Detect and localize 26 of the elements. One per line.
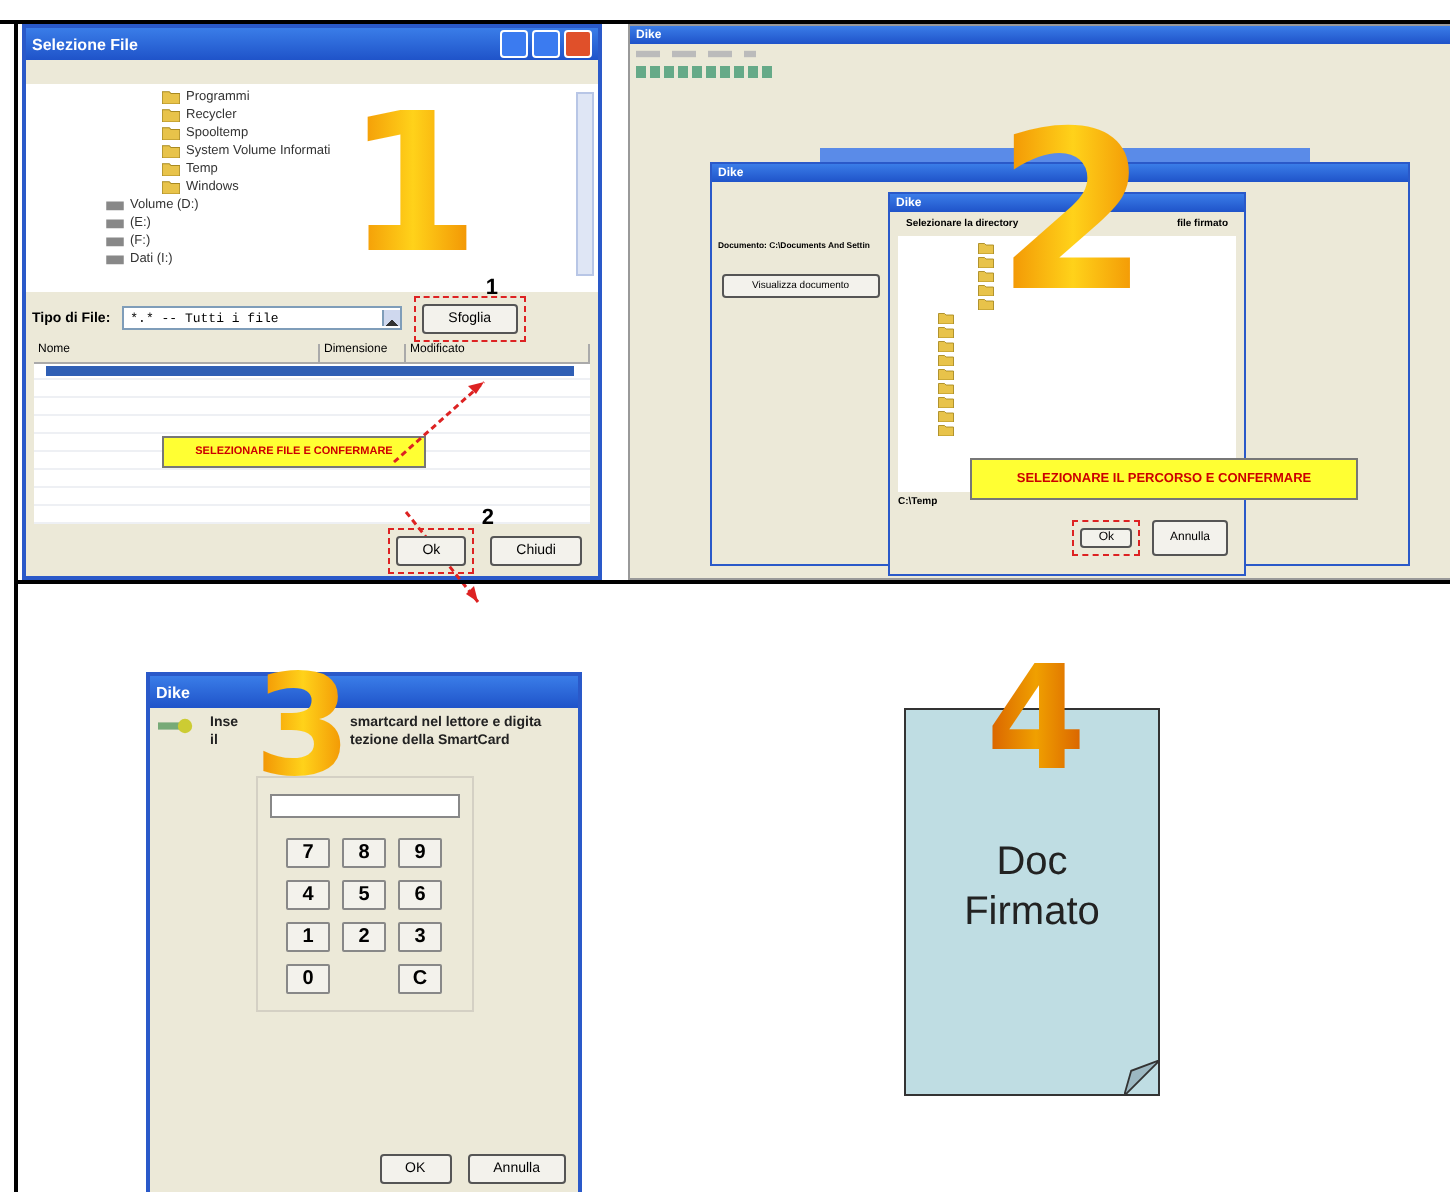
keypad-key[interactable]: 9 [398,838,442,868]
keypad-key[interactable]: 7 [286,838,330,868]
step-marker: 2 [481,506,494,530]
keypad-key[interactable]: 6 [398,880,442,910]
step-marker: 1 [485,276,498,300]
keypad-key[interactable]: C [398,964,442,994]
close-button[interactable] [564,30,592,58]
keypad-key[interactable]: 1 [286,922,330,952]
dashed-arrow [393,380,485,464]
toolbar [636,66,776,78]
minimize-button[interactable] [500,30,528,58]
keypad-key[interactable]: 4 [286,880,330,910]
key-icon [158,716,194,736]
keypad-key[interactable]: 8 [342,838,386,868]
window-title: Dike [156,683,190,701]
keypad-key[interactable]: 0 [286,964,330,994]
window-title: Selezione File [32,35,138,53]
document-text: Firmato [964,890,1100,936]
menu-bar [636,50,756,58]
scrollbar[interactable] [576,92,594,276]
document-text: Doc [996,840,1068,886]
pin-field[interactable] [269,794,459,818]
keypad-key[interactable]: 2 [342,922,386,952]
maximize-button[interactable] [532,30,560,58]
keypad-key[interactable]: 3 [398,922,442,952]
keypad-key[interactable]: 5 [342,880,386,910]
